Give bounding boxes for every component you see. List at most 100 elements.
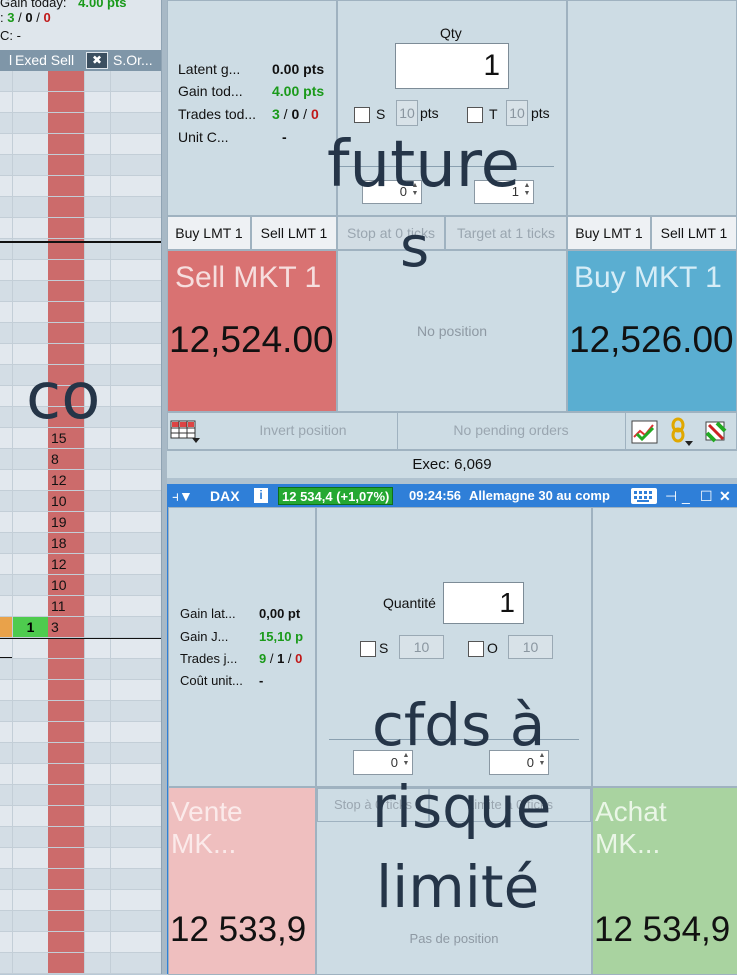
ladder-cell[interactable] <box>110 344 161 364</box>
ladder-cell[interactable] <box>110 848 161 868</box>
ladder-cell[interactable] <box>110 407 161 427</box>
ladder-cell[interactable] <box>110 911 161 931</box>
ladder-cell[interactable] <box>110 638 161 658</box>
ladder-cell[interactable] <box>110 764 161 784</box>
ladder-cell[interactable] <box>110 659 161 679</box>
ladder-exec-sell-cell[interactable] <box>48 701 84 721</box>
ladder-cell[interactable] <box>12 722 48 742</box>
ladder-cell[interactable] <box>110 197 161 217</box>
ladder-cell[interactable] <box>12 449 48 469</box>
ladder-cell[interactable] <box>0 512 12 532</box>
ladder-cell[interactable] <box>12 260 48 280</box>
ladder-exec-sell-cell[interactable]: 12 <box>48 470 84 490</box>
ladder-cell[interactable] <box>84 281 110 301</box>
ladder-cell[interactable] <box>84 932 110 952</box>
ladder-row[interactable] <box>0 218 161 239</box>
stop-distance-field[interactable]: 10 <box>396 100 418 126</box>
ladder-cell[interactable] <box>0 470 12 490</box>
ladder-cell[interactable] <box>0 953 12 973</box>
ladder-cell[interactable] <box>110 470 161 490</box>
ladder-cell[interactable] <box>12 701 48 721</box>
ladder-cell[interactable] <box>110 617 161 637</box>
ladder-exec-sell-cell[interactable] <box>48 218 84 238</box>
ladder-cell[interactable] <box>84 722 110 742</box>
ladder-cell[interactable] <box>110 575 161 595</box>
ladder-cell[interactable] <box>12 218 48 238</box>
ladder-cell[interactable] <box>0 554 12 574</box>
ladder-exec-sell-cell[interactable] <box>48 197 84 217</box>
ladder-exec-sell-cell[interactable] <box>48 71 84 91</box>
ladder-row[interactable] <box>0 743 161 764</box>
ladder-row[interactable] <box>0 932 161 953</box>
stop-checkbox[interactable] <box>360 641 376 657</box>
ladder-exec-sell-cell[interactable] <box>48 911 84 931</box>
ladder-cell[interactable] <box>110 554 161 574</box>
close-icon[interactable]: ✕ <box>719 485 731 507</box>
ladder-cell[interactable] <box>12 197 48 217</box>
column-header-exec-sell[interactable]: Exed Sell <box>15 50 74 71</box>
maximize-icon[interactable]: ☐ <box>700 485 713 507</box>
sell-lmt-button-right[interactable]: Sell LMT 1 <box>651 216 737 250</box>
chart-check-icon[interactable] <box>631 419 659 445</box>
ladder-exec-sell-cell[interactable] <box>48 260 84 280</box>
ladder-cell[interactable] <box>0 197 12 217</box>
ladder-cell[interactable] <box>110 932 161 952</box>
ladder-cell[interactable] <box>84 911 110 931</box>
ladder-cell[interactable] <box>0 407 12 427</box>
ladder-cell[interactable] <box>110 302 161 322</box>
ladder-row[interactable] <box>0 71 161 92</box>
ladder-cell[interactable] <box>110 953 161 973</box>
ladder-cell[interactable] <box>84 953 110 973</box>
ladder-cell[interactable] <box>84 848 110 868</box>
ladder-cell[interactable] <box>84 533 110 553</box>
ladder-exec-sell-cell[interactable]: 3 <box>48 617 84 637</box>
ladder-cell[interactable] <box>84 218 110 238</box>
ladder-cell[interactable] <box>12 575 48 595</box>
ladder-cell[interactable] <box>110 869 161 889</box>
ladder-cell[interactable] <box>12 596 48 616</box>
ladder-cell[interactable] <box>0 365 12 385</box>
ladder-cell[interactable] <box>12 953 48 973</box>
ladder-cell[interactable] <box>0 428 12 448</box>
ladder-cell[interactable] <box>0 281 12 301</box>
ladder-exec-sell-cell[interactable]: 12 <box>48 554 84 574</box>
ladder-cell[interactable] <box>84 512 110 532</box>
ladder-cell[interactable] <box>0 848 12 868</box>
ladder-cell[interactable] <box>84 134 110 154</box>
ladder-exec-sell-cell[interactable] <box>48 869 84 889</box>
ladder-exec-sell-cell[interactable] <box>48 806 84 826</box>
ladder-cell[interactable] <box>110 806 161 826</box>
ladder-cell[interactable] <box>12 554 48 574</box>
ladder-cell[interactable] <box>84 302 110 322</box>
ladder-row[interactable] <box>0 722 161 743</box>
ladder-row[interactable] <box>0 806 161 827</box>
ladder-cell[interactable] <box>110 743 161 763</box>
ladder-cell[interactable] <box>0 218 12 238</box>
ladder-cell[interactable] <box>0 680 12 700</box>
ladder-cell[interactable] <box>0 176 12 196</box>
ladder-cell[interactable] <box>110 71 161 91</box>
ladder-highlight-qty[interactable]: 1 <box>12 617 48 637</box>
ladder-cell[interactable] <box>110 890 161 910</box>
ladder-exec-sell-cell[interactable] <box>48 785 84 805</box>
ladder-cell[interactable] <box>12 491 48 511</box>
ladder-row[interactable] <box>0 155 161 176</box>
ladder-cell[interactable] <box>12 512 48 532</box>
ladder-cell[interactable] <box>0 449 12 469</box>
ladder-cell[interactable] <box>110 281 161 301</box>
ladder-cell[interactable] <box>0 92 12 112</box>
ladder-cell[interactable] <box>0 638 12 658</box>
keyboard-icon[interactable] <box>631 488 657 504</box>
target-at-button[interactable]: Target at 1 ticks <box>445 216 567 250</box>
ladder-cell[interactable] <box>12 155 48 175</box>
ladder-cell[interactable] <box>110 596 161 616</box>
ladder-row[interactable]: 11 <box>0 596 161 617</box>
link-menu-icon[interactable] <box>669 417 695 447</box>
ladder-cell[interactable] <box>84 701 110 721</box>
ladder-cell[interactable] <box>84 491 110 511</box>
ladder-cell[interactable] <box>0 869 12 889</box>
ladder-cell[interactable] <box>0 596 12 616</box>
ladder-cell[interactable] <box>110 365 161 385</box>
ladder-row[interactable] <box>0 113 161 134</box>
ladder-cell[interactable] <box>84 470 110 490</box>
